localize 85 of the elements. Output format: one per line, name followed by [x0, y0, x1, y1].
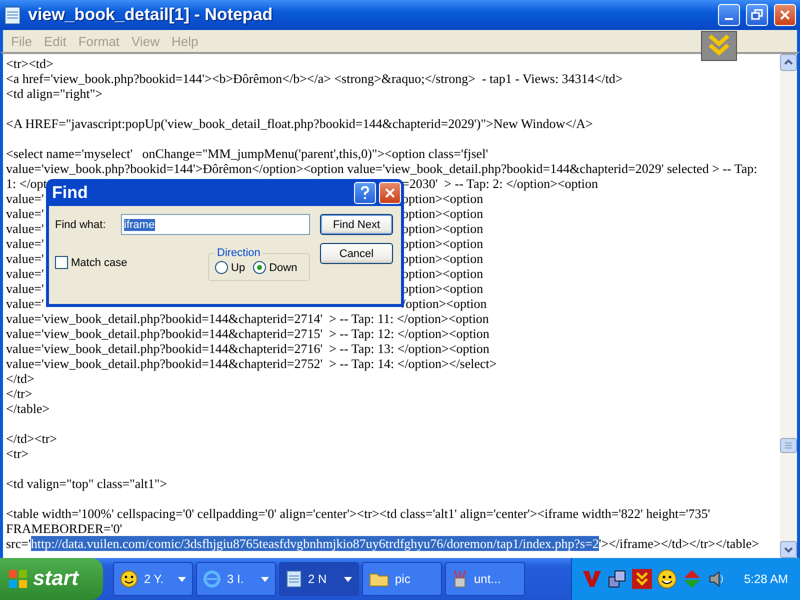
menu-item[interactable]: Help [165, 34, 204, 48]
code-line: value=' [6, 206, 45, 221]
code-line: value='view_book_detail.php?bookid=144&chapterid=2714' > -- Tap: 11: </option><option [6, 311, 489, 326]
code-line: option><option [402, 236, 484, 251]
network-icon[interactable] [606, 569, 627, 589]
code-line: option><option [402, 281, 484, 296]
close-button[interactable] [774, 4, 796, 26]
vertical-scrollbar[interactable] [780, 54, 797, 558]
find-what-field[interactable]: iframe [121, 214, 310, 235]
scroll-up-icon[interactable] [780, 54, 797, 71]
smiley-icon [120, 570, 138, 588]
code-line: option><option [402, 266, 484, 281]
code-line: option><option [402, 221, 484, 236]
taskbar-button[interactable]: 3 I. [196, 562, 276, 596]
code-line: </tr> [6, 386, 32, 401]
code-line: <tr><td> [6, 56, 54, 71]
menu-item[interactable]: Format [72, 34, 126, 48]
find-what-label: Find what: [55, 218, 107, 230]
menu-item[interactable]: File [5, 34, 38, 48]
code-line: value=' [6, 251, 45, 266]
menu-item[interactable]: View [126, 34, 166, 48]
selected-text: http://data.vuilen.com/comic/3dsfhjgiu8765teasfdvgbnhmjkio87uy6trdfghyu76/doremon/tap1/index.php?s=2 [30, 536, 599, 551]
taskbar-button[interactable]: unt... [445, 562, 525, 596]
code-line: </td> [6, 371, 34, 386]
close-icon [779, 9, 791, 21]
code-line: src=' [6, 536, 31, 551]
code-line: <a href='view_book.php?bookid=144'><b>Đôrêmon</b></a> <strong>&raquo;</strong> - tap1 - Views: 34314</td> [6, 71, 623, 86]
close-icon [384, 186, 396, 198]
taskbar-button[interactable]: 2 N [279, 562, 359, 596]
code-line: <select name='myselect' onChange="MM_jumpMenu('parent',this,0)"><option class='fjsel' [6, 146, 488, 161]
find-next-button[interactable]: Find Next [320, 214, 393, 235]
maximize-button[interactable] [746, 4, 768, 26]
code-line: 1: </opt [6, 176, 48, 191]
taskbar-button[interactable]: 2 Y. [113, 562, 193, 596]
code-line: <td align="right"> [6, 86, 103, 101]
clock: 5:28 AM [744, 572, 788, 586]
scroll-thumb[interactable] [780, 438, 797, 453]
help-button[interactable] [354, 182, 376, 204]
code-line: option><option [402, 251, 484, 266]
code-line: <A HREF="javascript:popUp('view_book_detail_float.php?bookid=144&chapterid=2029')">New Window</A> [6, 116, 593, 131]
folder-icon [369, 571, 389, 587]
minimize-icon [725, 18, 733, 20]
code-line: value=' [6, 266, 45, 281]
double-chevron-icon[interactable] [632, 569, 652, 589]
double-chevron-icon[interactable] [701, 31, 737, 61]
menu-item[interactable]: Edit [38, 34, 72, 48]
browser-e-icon [203, 570, 221, 588]
code-line: <table width='100%' cellspacing='0' cellpadding='0' align='center'><tr><td class='alt1' align='center'><iframe width='822' height='735' [6, 506, 710, 521]
code-line: value='view_book_detail.php?bookid=144&chapterid=2752' > -- Tap: 14: </option></select> [6, 356, 497, 371]
scroll-down-icon[interactable] [780, 541, 797, 558]
code-line: <tr> [6, 446, 29, 461]
code-line: option><option [402, 191, 484, 206]
code-line: FRAMEBORDER='0' [6, 521, 122, 536]
code-line: value='view_book.php?bookid=144'>Đôrêmon</option><option value='view_book_detail.php?bookid=144&chapterid=2029' selected > -- Tap: [6, 161, 758, 176]
notepad-icon [286, 570, 302, 588]
code-line: '></iframe></td></tr></table> [598, 536, 759, 551]
windows-logo-icon [8, 569, 28, 589]
code-line: <td valign="top" class="alt1"> [6, 476, 168, 491]
code-line: value=' [6, 281, 45, 296]
direction-group: Direction Up Down [208, 247, 310, 281]
direction-radio[interactable]: Up [215, 261, 246, 274]
paint-brushes-icon [452, 570, 468, 588]
code-line: </td><tr> [6, 431, 57, 446]
close-button[interactable] [379, 182, 401, 204]
start-button[interactable]: start [0, 558, 103, 600]
help-icon [359, 186, 371, 200]
code-line: value=' [6, 221, 45, 236]
dialog-title: Find [52, 182, 89, 202]
code-line: </table> [6, 401, 50, 416]
code-line: option><option [402, 206, 484, 221]
smiley-icon[interactable] [656, 569, 677, 589]
code-line: value='view_book_detail.php?bookid=144&chapterid=2715' > -- Tap: 12: </option><option [6, 326, 490, 341]
code-line: value=' [6, 191, 45, 206]
minimize-button[interactable] [718, 4, 740, 26]
restore-icon [751, 9, 763, 21]
code-line: =2030' > -- Tap: 2: </option><option [402, 176, 598, 191]
match-case-checkbox[interactable]: Match case [55, 256, 128, 269]
code-line: value=' [6, 296, 45, 311]
code-line: value=' [6, 236, 45, 251]
direction-radio[interactable]: Down [253, 261, 298, 274]
code-line: value='view_book_detail.php?bookid=144&chapterid=2716' > -- Tap: 13: </option><option [6, 341, 490, 356]
notepad-icon [4, 5, 22, 25]
cancel-button[interactable]: Cancel [320, 243, 393, 264]
window-title: view_book_detail[1] - Notepad [28, 5, 274, 25]
taskbar-button[interactable]: pic [362, 562, 442, 596]
